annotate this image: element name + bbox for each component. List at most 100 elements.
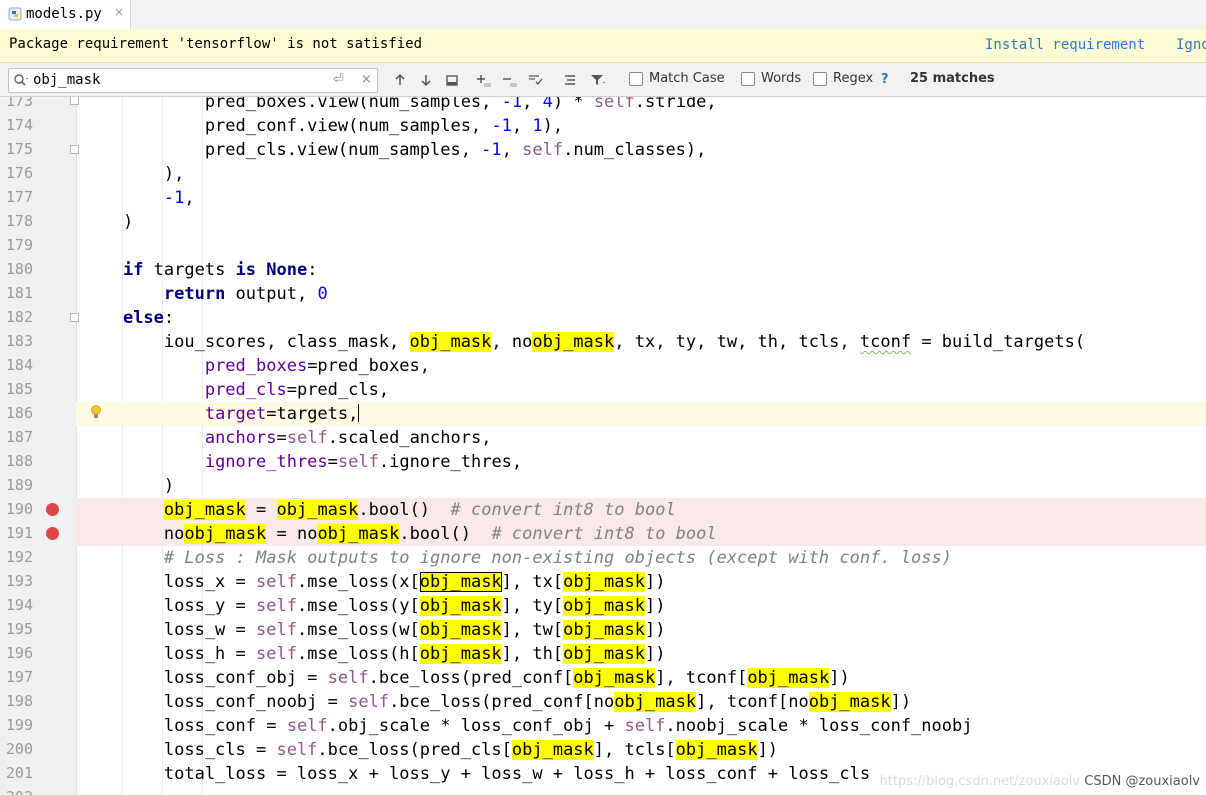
line-number: 180 bbox=[5, 260, 33, 278]
code-text: pred_boxes=pred_boxes, bbox=[204, 356, 431, 376]
in-selection-button[interactable] bbox=[560, 70, 580, 90]
code-line[interactable]: 192 # Loss : Mask outputs to ignore non-… bbox=[0, 546, 1206, 570]
regex-checkbox[interactable] bbox=[813, 71, 827, 86]
ignore-requirement-link[interactable]: Igno bbox=[1176, 37, 1206, 53]
match-case-checkbox[interactable] bbox=[629, 71, 643, 86]
words-label: Words bbox=[761, 71, 802, 86]
arrow-up-icon bbox=[395, 73, 405, 85]
code-line[interactable]: 199 loss_conf = self.obj_scale * loss_co… bbox=[0, 714, 1206, 738]
code-line[interactable]: 196 loss_h = self.mse_loss(h[obj_mask], … bbox=[0, 642, 1206, 666]
code-line[interactable]: 190 obj_mask = obj_mask.bool() # convert… bbox=[0, 498, 1206, 522]
add-selection-icon bbox=[477, 75, 491, 87]
find-all-button[interactable] bbox=[442, 70, 462, 90]
regex-option[interactable]: Regex bbox=[813, 71, 873, 86]
code-text: loss_y = self.mse_loss(y[obj_mask], ty[o… bbox=[82, 596, 666, 616]
search-match-highlight: obj_mask bbox=[563, 596, 645, 616]
editor-tab-bar: models.py × bbox=[0, 0, 1206, 31]
code-editor[interactable]: 173 pred_boxes.view(num_samples, -1, 4) … bbox=[0, 97, 1206, 795]
code-line[interactable]: 178 ) bbox=[0, 210, 1206, 234]
code-line[interactable]: 175 pred_cls.view(num_samples, -1, self.… bbox=[0, 138, 1206, 162]
search-icon[interactable] bbox=[13, 73, 29, 87]
code-line[interactable]: 193 loss_x = self.mse_loss(x[obj_mask], … bbox=[0, 570, 1206, 594]
line-number: 175 bbox=[5, 140, 33, 158]
search-match-highlight: obj_mask bbox=[573, 668, 656, 688]
line-number: 195 bbox=[5, 620, 33, 638]
tab-models-py[interactable]: models.py × bbox=[0, 0, 131, 31]
match-case-option[interactable]: Match Case bbox=[629, 71, 725, 86]
code-text: -1, bbox=[163, 188, 195, 208]
code-line[interactable]: 194 loss_y = self.mse_loss(y[obj_mask], … bbox=[0, 594, 1206, 618]
code-line[interactable]: 173 pred_boxes.view(num_samples, -1, 4) … bbox=[0, 97, 1206, 114]
search-match-highlight: obj_mask bbox=[419, 620, 502, 640]
search-match-highlight: obj_mask bbox=[409, 332, 492, 352]
code-text: anchors=self.scaled_anchors, bbox=[204, 428, 492, 448]
fold-marker-icon[interactable] bbox=[70, 313, 79, 322]
search-match-highlight: obj_mask bbox=[532, 332, 615, 352]
code-line[interactable]: 189 ) bbox=[0, 474, 1206, 498]
code-text: total_loss = loss_x + loss_y + loss_w + … bbox=[82, 764, 871, 784]
filter-button[interactable] bbox=[588, 70, 608, 90]
line-number: 188 bbox=[5, 452, 33, 470]
search-match-highlight: obj_mask bbox=[276, 500, 359, 520]
breakpoint-icon[interactable] bbox=[46, 503, 59, 516]
code-line[interactable]: 176 ), bbox=[0, 162, 1206, 186]
clear-search-icon[interactable]: × bbox=[361, 72, 372, 87]
code-text: ignore_thres=self.ignore_thres, bbox=[204, 452, 523, 472]
select-all-occurrences-button[interactable] bbox=[526, 70, 546, 90]
match-count: 25 matches bbox=[910, 71, 995, 86]
code-text: loss_conf_obj = self.bce_loss(pred_conf[… bbox=[82, 668, 850, 688]
next-occurrence-button[interactable] bbox=[416, 70, 436, 90]
previous-occurrence-button[interactable] bbox=[390, 70, 410, 90]
code-text: pred_cls.view(num_samples, -1, self.num_… bbox=[82, 140, 707, 160]
search-match-highlight: obj_mask bbox=[563, 620, 645, 640]
line-number: 173 bbox=[5, 97, 33, 110]
code-line[interactable]: 195 loss_w = self.mse_loss(w[obj_mask], … bbox=[0, 618, 1206, 642]
code-text: return output, 0 bbox=[163, 284, 328, 304]
remove-selection-button[interactable] bbox=[500, 70, 520, 90]
code-line[interactable]: 198 loss_conf_noobj = self.bce_loss(pred… bbox=[0, 690, 1206, 714]
breakpoint-icon[interactable] bbox=[46, 527, 59, 540]
line-number: 193 bbox=[5, 572, 33, 590]
code-line[interactable]: 183 iou_scores, class_mask, obj_mask, no… bbox=[0, 330, 1206, 354]
line-number: 189 bbox=[5, 476, 33, 494]
search-match-highlight: obj_mask bbox=[675, 740, 758, 760]
watermark-text: CSDN @zouxiaolv bbox=[1084, 774, 1200, 789]
fold-marker-icon[interactable] bbox=[70, 145, 79, 154]
code-line[interactable]: 188 ignore_thres=self.ignore_thres, bbox=[0, 450, 1206, 474]
line-number: 191 bbox=[5, 524, 33, 542]
line-number: 194 bbox=[5, 596, 33, 614]
install-requirement-link[interactable]: Install requirement bbox=[985, 37, 1145, 53]
newline-icon[interactable]: ⏎ bbox=[333, 72, 344, 87]
code-text: loss_w = self.mse_loss(w[obj_mask], tw[o… bbox=[82, 620, 666, 640]
code-line[interactable]: 197 loss_conf_obj = self.bce_loss(pred_c… bbox=[0, 666, 1206, 690]
search-match-highlight: obj_mask bbox=[614, 692, 697, 712]
code-text: loss_conf = self.obj_scale * loss_conf_o… bbox=[82, 716, 973, 736]
code-line[interactable]: 187 anchors=self.scaled_anchors, bbox=[0, 426, 1206, 450]
close-tab-icon[interactable]: × bbox=[114, 5, 124, 19]
code-line[interactable]: 184 pred_boxes=pred_boxes, bbox=[0, 354, 1206, 378]
code-line[interactable]: 177 -1, bbox=[0, 186, 1206, 210]
code-line[interactable]: 191 noobj_mask = noobj_mask.bool() # con… bbox=[0, 522, 1206, 546]
code-line[interactable]: 200 loss_cls = self.bce_loss(pred_cls[ob… bbox=[0, 738, 1206, 762]
words-checkbox[interactable] bbox=[741, 71, 755, 86]
search-input[interactable] bbox=[33, 70, 323, 89]
line-number: 198 bbox=[5, 692, 33, 710]
code-line[interactable]: 174 pred_conf.view(num_samples, -1, 1), bbox=[0, 114, 1206, 138]
fold-marker-icon[interactable] bbox=[70, 97, 79, 105]
search-match-highlight: obj_mask bbox=[317, 524, 400, 544]
line-number: 183 bbox=[5, 332, 33, 350]
line-number: 181 bbox=[5, 284, 33, 302]
line-number: 196 bbox=[5, 644, 33, 662]
code-line[interactable]: 179 bbox=[0, 234, 1206, 258]
add-selection-next-button[interactable] bbox=[474, 70, 494, 90]
code-line[interactable]: 180 if targets is None: bbox=[0, 258, 1206, 282]
code-line[interactable]: 181 return output, 0 bbox=[0, 282, 1206, 306]
search-match-highlight: obj_mask bbox=[747, 668, 830, 688]
regex-help-icon[interactable]: ? bbox=[881, 72, 889, 87]
window-icon bbox=[446, 75, 458, 86]
words-option[interactable]: Words bbox=[741, 71, 801, 86]
code-text: target=targets, bbox=[204, 404, 360, 424]
code-line[interactable]: 185 pred_cls=pred_cls, bbox=[0, 378, 1206, 402]
code-line[interactable]: 186 target=targets, bbox=[0, 402, 1206, 426]
code-line[interactable]: 182 else: bbox=[0, 306, 1206, 330]
